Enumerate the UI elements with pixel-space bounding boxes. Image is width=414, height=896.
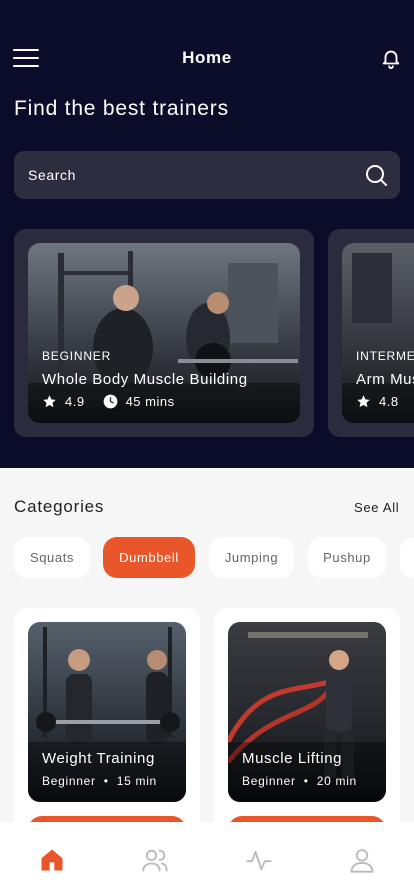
workout-title: Muscle Lifting — [242, 750, 343, 767]
search-bar[interactable]: Search — [14, 151, 400, 199]
chip-dumbbell[interactable]: Dumbbell — [103, 537, 195, 578]
see-all-link[interactable]: See All — [354, 500, 399, 515]
section-title: Categories — [14, 497, 105, 516]
home-icon[interactable] — [38, 846, 66, 874]
bell-icon[interactable] — [380, 47, 402, 69]
workout-card[interactable]: Muscle Lifting Beginner • 20 min — [214, 608, 400, 848]
clock-icon — [103, 394, 117, 409]
chip-pushup[interactable]: Pushup — [308, 537, 386, 578]
headline: Find the best trainers — [14, 97, 229, 120]
program-name: Arm Muscle — [356, 371, 414, 388]
workout-level: Beginner — [42, 774, 96, 788]
page-title: Home — [182, 48, 232, 67]
program-name: Whole Body Muscle Building — [42, 371, 248, 388]
chip-jumping[interactable]: Jumping — [209, 537, 294, 578]
search-input[interactable]: Search — [28, 167, 76, 183]
duration-value: 45 mins — [125, 394, 175, 409]
bottom-nav — [0, 822, 414, 896]
header-section: Home Find the best trainers Search BEGIN… — [0, 0, 414, 468]
program-meta: 4.8 — [356, 394, 399, 409]
featured-card[interactable]: BEGINNER Whole Body Muscle Building 4.9 … — [14, 229, 314, 437]
search-icon[interactable] — [364, 163, 388, 187]
rating-value: 4.8 — [379, 394, 399, 409]
activity-icon[interactable] — [245, 846, 273, 874]
level-label: BEGINNER — [42, 349, 112, 363]
workout-duration: 20 min — [316, 774, 357, 788]
workout-duration: 15 min — [116, 774, 157, 788]
level-label: INTERMEDIATE — [356, 349, 414, 363]
chip-more[interactable] — [400, 537, 414, 578]
workout-card[interactable]: Weight Training Beginner • 15 min — [14, 608, 200, 848]
users-icon[interactable] — [141, 846, 169, 874]
dot-separator: • — [299, 774, 313, 788]
workout-level: Beginner — [242, 774, 296, 788]
workout-title: Weight Training — [42, 750, 155, 767]
star-icon — [43, 395, 56, 408]
dot-separator: • — [99, 774, 113, 788]
program-meta: 4.9 45 mins — [42, 394, 175, 409]
featured-overlay: INTERMEDIATE Arm Muscle 4.8 — [342, 243, 414, 423]
rating-value: 4.9 — [65, 394, 85, 409]
featured-overlay: BEGINNER Whole Body Muscle Building 4.9 … — [28, 243, 300, 423]
chip-squats[interactable]: Squats — [14, 537, 90, 578]
profile-icon[interactable] — [348, 846, 376, 874]
featured-card[interactable]: INTERMEDIATE Arm Muscle 4.8 — [328, 229, 414, 437]
star-icon — [357, 395, 370, 408]
workout-meta: Beginner • 20 min — [242, 774, 357, 788]
workout-meta: Beginner • 15 min — [42, 774, 157, 788]
